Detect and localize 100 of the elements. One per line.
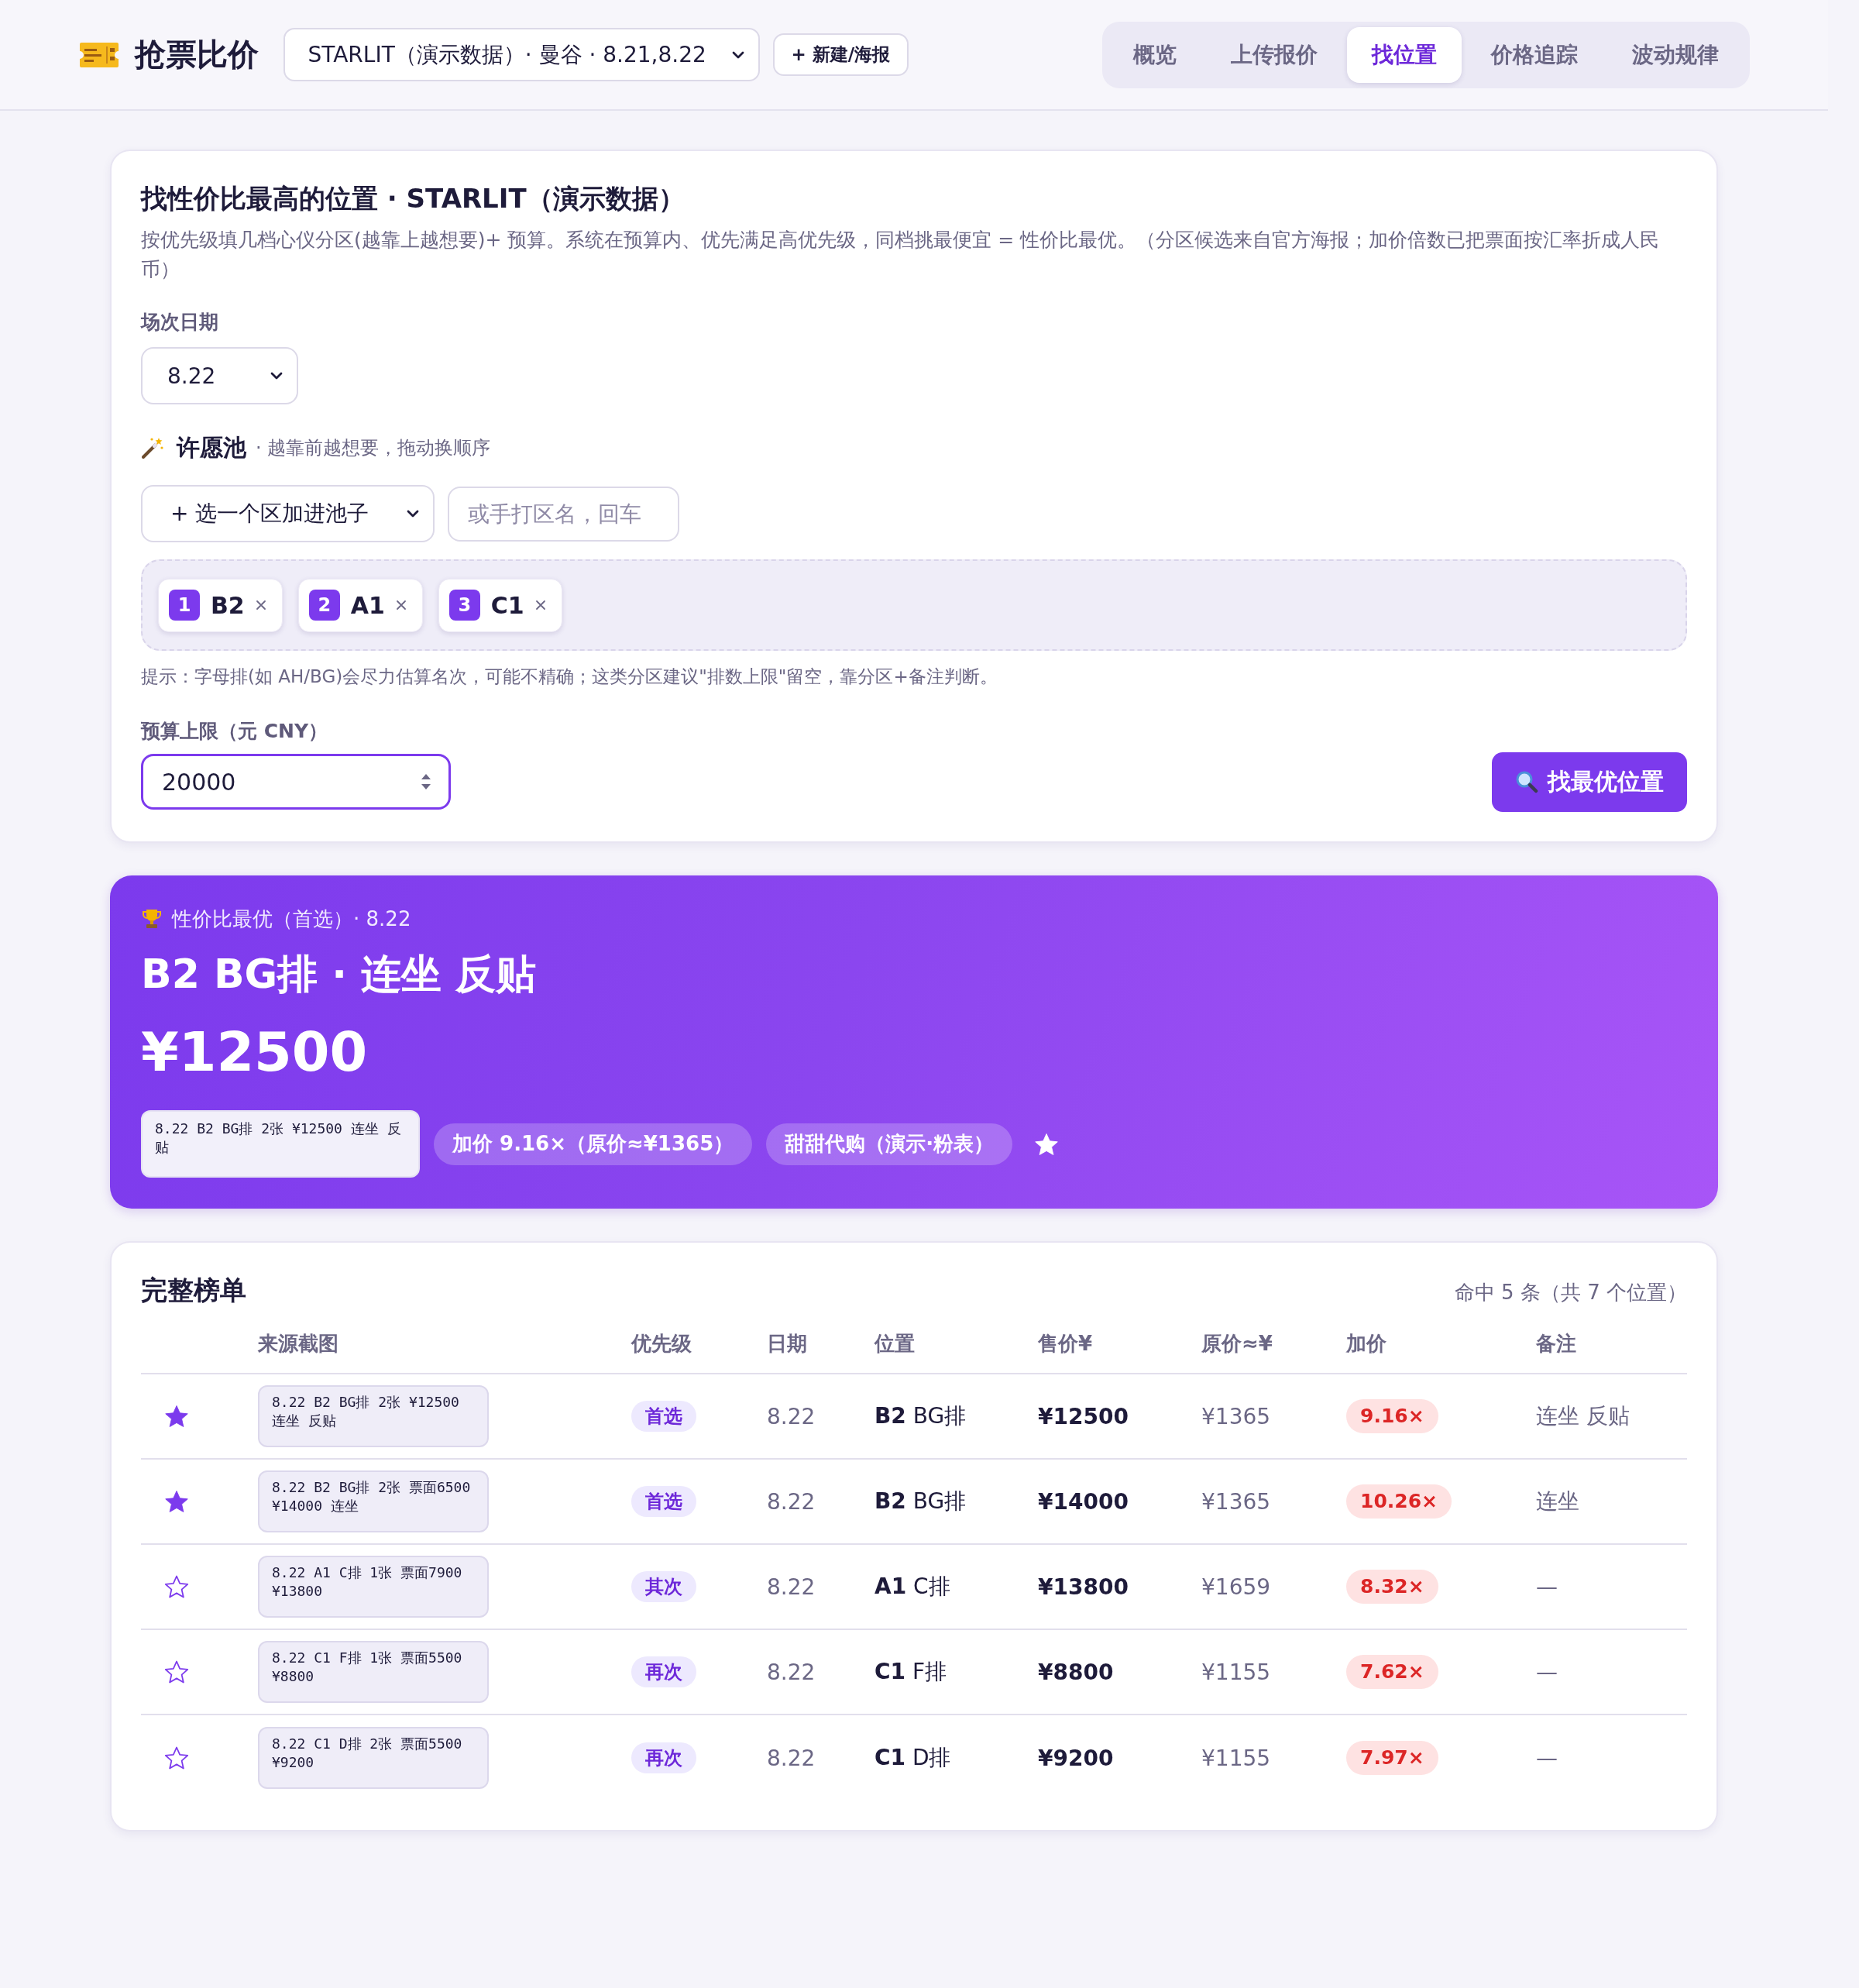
zone-chip[interactable]: 2 A1 — [297, 578, 423, 632]
hint-text: 提示：字母排(如 AH/BG)会尽力估算名次，可能不精确；这类分区建议"排数上限"留空，靠分区+备注判断。 — [141, 666, 998, 688]
zone-chip[interactable]: 3 C1 — [438, 578, 562, 632]
markup-badge: 8.32× — [1346, 1570, 1438, 1604]
markup-badge: 7.62× — [1346, 1655, 1438, 1689]
new-button[interactable]: + 新建/海报 — [772, 33, 909, 76]
note-cell: — — [1536, 1574, 1558, 1600]
nav-tab[interactable]: 波动规律 — [1606, 26, 1744, 83]
position-cell-text: C1 D排 — [875, 1744, 951, 1772]
note-cell-text: 连坐 反贴 — [1536, 1402, 1630, 1430]
zone-chip[interactable]: 1 B2 — [158, 578, 283, 632]
date-cell: 8.22 — [767, 1745, 816, 1771]
markup-badge: 7.97× — [1346, 1741, 1438, 1775]
column-header: 原价≈¥ — [1201, 1331, 1273, 1357]
zone-select[interactable]: + 选一个区加进池子 — [141, 485, 435, 542]
original-price-cell: ¥1155 — [1201, 1659, 1271, 1685]
star-icon[interactable] — [164, 1660, 189, 1684]
price-cell: ¥14000 — [1038, 1488, 1129, 1515]
column-header: 加价 — [1346, 1331, 1387, 1357]
column-header: 备注 — [1536, 1331, 1576, 1357]
date-cell: 8.22 — [767, 1488, 816, 1515]
star-icon[interactable] — [164, 1490, 189, 1513]
position-cell-text: B2 BG排 — [875, 1402, 967, 1430]
wish-pool-title: 许愿池 — [177, 432, 246, 463]
note-cell: — — [1536, 1745, 1558, 1771]
position-cell-text: B2 BG排 — [875, 1488, 967, 1515]
close-icon[interactable] — [255, 600, 266, 611]
rank-number: 3 — [448, 590, 480, 621]
event-select[interactable]: STARLIT（演示数据）· 曼谷 · 8.21,8.22 — [283, 28, 760, 81]
best-caption: 性价比最优（首选）· 8.22 — [172, 906, 411, 932]
ticket-icon — [78, 40, 119, 69]
source-snippet[interactable]: 8.22 B2 BG排 2张 ¥12500 连坐 反贴 — [258, 1385, 489, 1447]
original-price-cell: ¥1155 — [1201, 1745, 1271, 1771]
date-cell: 8.22 — [767, 1574, 816, 1600]
zone-label: C1 — [490, 591, 524, 619]
rank-number: 2 — [308, 590, 340, 621]
source-snippet[interactable]: 8.22 C1 F排 1张 票面5500 ¥8800 — [258, 1641, 489, 1703]
original-price-cell: ¥1659 — [1201, 1574, 1271, 1600]
ranking-title: 完整榜单 — [141, 1274, 246, 1307]
app-title: 抢票比价 — [134, 36, 259, 74]
note-cell: — — [1536, 1659, 1558, 1685]
magic-wand-icon — [141, 436, 164, 459]
trophy-icon — [141, 908, 163, 930]
markup-pill: 加价 9.16×（原价≈¥1365） — [434, 1123, 753, 1165]
finder-title: 找性价比最高的位置 · STARLIT（演示数据） — [141, 182, 686, 215]
chevron-icon — [731, 50, 744, 59]
column-header: 优先级 — [631, 1331, 692, 1357]
star-icon[interactable] — [164, 1575, 189, 1598]
source-snippet[interactable]: 8.22 B2 BG排 2张 ¥12500 连坐 反贴 — [141, 1110, 420, 1178]
price-cell: ¥8800 — [1038, 1659, 1114, 1685]
close-icon[interactable] — [534, 600, 546, 611]
source-snippet[interactable]: 8.22 C1 D排 2张 票面5500 ¥9200 — [258, 1727, 489, 1789]
best-title: B2 BG排 · 连坐 反贴 — [141, 950, 538, 999]
position-cell-text: C1 F排 — [875, 1658, 947, 1686]
price-cell: ¥13800 — [1038, 1574, 1129, 1600]
source-snippet[interactable]: 8.22 A1 C排 1张 票面7900 ¥13800 — [258, 1556, 489, 1618]
priority-badge: 其次 — [631, 1571, 696, 1602]
star-icon[interactable] — [164, 1405, 189, 1428]
finder-description: 按优先级填几档心仪分区(越靠上越想要)+ 预算。系统在预算内、优先满足高优先级，同档挑最便宜 = 性价比最优。（分区候选来自官方海报；加价倍数已把票面按汇率折成人民币） — [141, 228, 1661, 282]
best-price: ¥12500 — [141, 1020, 369, 1085]
date-select[interactable]: 8.22 — [141, 347, 298, 404]
priority-badge: 再次 — [631, 1656, 696, 1687]
note-cell-text: 连坐 — [1536, 1488, 1579, 1515]
search-icon — [1515, 770, 1538, 793]
wish-pool-subtitle: · 越靠前越想要，拖动换顺序 — [256, 436, 491, 460]
result-count: 命中 5 条（共 7 个位置） — [1454, 1280, 1687, 1305]
date-cell: 8.22 — [767, 1659, 816, 1685]
priority-badge: 再次 — [631, 1742, 696, 1773]
rank-number: 1 — [169, 590, 200, 621]
nav-tab[interactable]: 概览 — [1108, 26, 1201, 83]
markup-badge: 9.16× — [1346, 1399, 1438, 1433]
zone-label: A1 — [350, 591, 385, 619]
seller-pill: 甜甜代购（演示·粉表） — [766, 1123, 1013, 1165]
source-snippet[interactable]: 8.22 B2 BG排 2张 票面6500 ¥14000 连坐 — [258, 1470, 489, 1532]
chevron-icon — [270, 372, 283, 380]
spinner-icon[interactable] — [421, 773, 431, 790]
star-icon[interactable] — [1034, 1132, 1060, 1156]
nav-tab[interactable]: 价格追踪 — [1466, 26, 1603, 83]
original-price-cell: ¥1365 — [1201, 1403, 1271, 1429]
chevron-icon — [407, 510, 419, 518]
nav-tab[interactable]: 上传报价 — [1205, 26, 1342, 83]
markup-badge: 10.26× — [1346, 1484, 1452, 1519]
column-header: 日期 — [767, 1331, 807, 1357]
position-cell-text: A1 C排 — [875, 1573, 950, 1601]
find-button[interactable]: 找最优位置 — [1492, 752, 1687, 812]
column-header: 位置 — [875, 1331, 915, 1357]
budget-label: 预算上限（元 CNY） — [141, 719, 329, 744]
budget-input[interactable]: 20000 — [141, 754, 451, 810]
zone-name-input[interactable]: 或手打区名，回车 — [448, 486, 679, 542]
date-label: 场次日期 — [141, 310, 219, 335]
price-cell: ¥12500 — [1038, 1403, 1129, 1429]
column-header: 售价¥ — [1038, 1331, 1093, 1357]
priority-badge: 首选 — [631, 1401, 696, 1432]
priority-badge: 首选 — [631, 1486, 696, 1517]
column-header: 来源截图 — [258, 1331, 338, 1357]
zone-label: B2 — [211, 591, 245, 619]
nav-tab[interactable]: 找位置 — [1346, 26, 1462, 83]
close-icon[interactable] — [395, 600, 407, 611]
star-icon[interactable] — [164, 1746, 189, 1770]
date-cell: 8.22 — [767, 1403, 816, 1429]
